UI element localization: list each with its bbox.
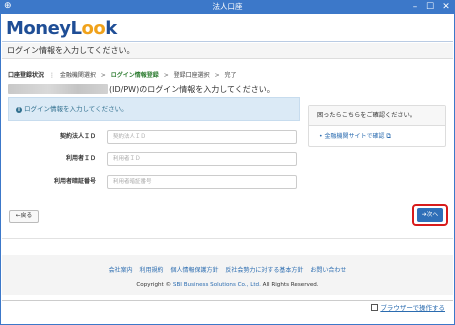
user-id-label: 利用者ＩＤ [65, 155, 96, 162]
step-bank-select: 金融機関選択 [59, 72, 96, 79]
copyright-prefix: Copyright © [136, 282, 172, 288]
maximize-icon[interactable]: ☐ [423, 0, 437, 14]
close-icon[interactable]: ✕ [439, 0, 453, 14]
steps-separator: ⋮ [48, 72, 55, 79]
footer-link-antisocial-policy[interactable]: 反社会勢力に対する基本方針 [225, 267, 303, 274]
moneylook-logo: MoneyLook [6, 18, 117, 39]
open-in-browser-label: ブラウザーで操作する [380, 304, 445, 312]
corporate-id-label: 契約法人ＩＤ [59, 133, 96, 140]
browser-icon [371, 304, 379, 311]
step-account-select: 登録口座選択 [173, 72, 210, 79]
status-bar: ブラウザーで操作する [2, 300, 453, 316]
chevron-right-icon: > [100, 72, 106, 79]
back-button[interactable]: ←戻る [9, 210, 39, 223]
window-titlebar: ⊕ 法人口座 – ☐ ✕ [0, 0, 455, 14]
minimize-icon[interactable]: – [408, 0, 422, 14]
heading-text: (ID/PW)のログイン情報を入力してください。 [109, 85, 275, 94]
bank-site-link[interactable]: • 金融機関サイトで確認 ⧉ [319, 131, 391, 142]
redacted-bank-name [8, 84, 108, 94]
footer-links: 会社案内 利用規約 個人情報保護方針 反社会勢力に対する基本方針 お問い合わせ [0, 266, 455, 275]
footer-link-privacy[interactable]: 個人情報保護方針 [170, 267, 218, 274]
footer-link-company[interactable]: 会社案内 [109, 267, 133, 274]
chevron-right-icon: > [214, 72, 220, 79]
step-login-register: ログイン情報登録 [110, 72, 159, 79]
copyright-suffix: All Rights Reserved. [262, 282, 319, 288]
external-link-icon: ⧉ [386, 132, 392, 140]
copyright-company-link[interactable]: SBI Business Solutions Co., Ltd. [173, 282, 261, 288]
window-title: 法人口座 [212, 2, 243, 11]
step-complete: 完了 [224, 72, 237, 79]
footer-link-contact[interactable]: お問い合わせ [310, 267, 346, 274]
help-panel: 困ったらこちらをご確認ください。 • 金融機関サイトで確認 ⧉ [308, 105, 446, 147]
content-divider [2, 238, 453, 239]
page-heading: (ID/PW)のログイン情報を入力してください。 [8, 84, 275, 95]
open-in-browser-link[interactable]: ブラウザーで操作する [371, 303, 445, 313]
next-button[interactable]: ➔次へ [417, 208, 443, 222]
info-icon: i [16, 107, 22, 113]
copyright: Copyright © SBI Business Solutions Co., … [0, 281, 455, 290]
bullet-icon: • [319, 133, 323, 140]
instruction-bar: ログイン情報を入力してください。 [2, 43, 453, 59]
info-alert: i ログイン情報を入力してください。 [8, 97, 300, 121]
header-divider [2, 41, 453, 42]
corporate-id-input[interactable] [107, 130, 297, 144]
steps-label: 口座登録状況 [8, 72, 45, 79]
info-message: ログイン情報を入力してください。 [24, 105, 128, 113]
chevron-right-icon: > [163, 72, 169, 79]
user-pin-input[interactable] [107, 175, 297, 189]
progress-steps: 口座登録状況 ⋮ 金融機関選択 > ログイン情報登録 > 登録口座選択 > 完了 [8, 72, 237, 80]
user-id-input[interactable] [107, 152, 297, 166]
help-title: 困ったらこちらをご確認ください。 [309, 106, 445, 126]
bank-site-link-label: 金融機関サイトで確認 [324, 133, 385, 140]
user-pin-label: 利用者暗証番号 [53, 178, 96, 185]
footer-link-terms[interactable]: 利用規約 [140, 267, 164, 274]
